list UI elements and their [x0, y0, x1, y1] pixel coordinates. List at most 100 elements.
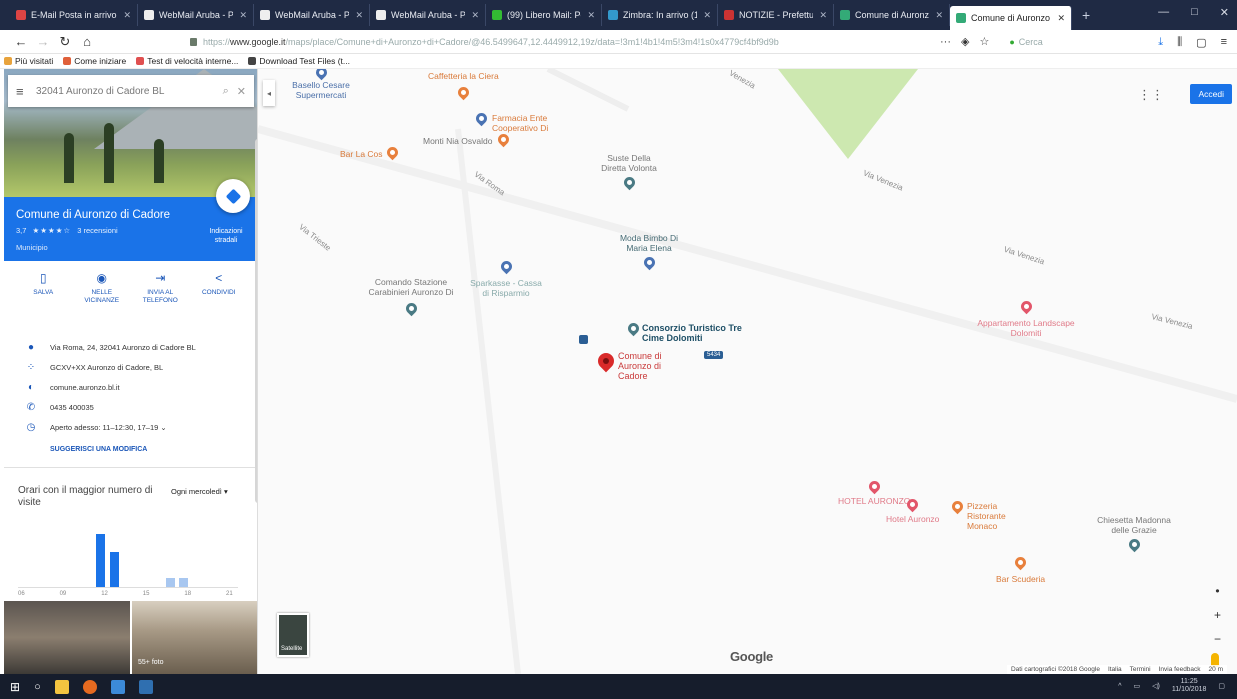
download-icon[interactable]: ⤓ [1158, 36, 1163, 49]
minimize-icon[interactable]: — [1158, 6, 1169, 19]
browser-tab[interactable]: Zimbra: In arrivo (124) ✕ [602, 4, 718, 26]
collapse-panel-button[interactable]: ◂ [263, 80, 275, 106]
poi-carabinieri[interactable]: Comando Stazione Carabinieri Auronzo Di [356, 277, 466, 317]
poi-chiesetta[interactable]: Chiesetta Madonna delle Grazie [1094, 515, 1174, 553]
browser-tab[interactable]: (99) Libero Mail: Posta ✕ [486, 4, 602, 26]
bus-stop-icon[interactable] [579, 335, 588, 344]
close-window-icon[interactable]: ✕ [1220, 6, 1229, 19]
compass-icon[interactable]: • [1215, 584, 1219, 598]
maps-search-input[interactable] [36, 85, 215, 97]
pocket-icon[interactable]: ◈ [961, 35, 969, 48]
firefox-icon[interactable] [82, 679, 97, 694]
notifications-icon[interactable]: ▢ [1218, 682, 1225, 690]
browser-tab[interactable]: E-Mail Posta in arrivo ✕ [10, 4, 138, 26]
tab-close-icon[interactable]: ✕ [819, 10, 827, 21]
action-invia-al-telefono[interactable]: ⇥ INVIA AL TELEFONO [135, 271, 185, 305]
more-icon[interactable]: ··· [940, 36, 951, 48]
info-row[interactable]: ✆ 0435 400035 [4, 397, 257, 417]
network-icon[interactable]: ▭ [1134, 682, 1141, 690]
poi-hotel-auronzo-2[interactable]: Hotel Auronzo [886, 496, 939, 524]
poi-caffetteria[interactable]: Caffetteria la Ciera [428, 71, 499, 101]
tab-close-icon[interactable]: ✕ [935, 10, 943, 21]
bookmark-label: Come iniziare [74, 56, 127, 66]
poi-moda[interactable]: Moda Bimbo Di Maria Elena [614, 233, 684, 271]
windows-start-icon[interactable]: ⊞ [10, 680, 20, 694]
forward-icon[interactable]: → [34, 34, 52, 49]
sidebar-icon[interactable]: ▢ [1196, 36, 1206, 49]
poi-suste[interactable]: Suste Della Diretta Volonta [594, 153, 664, 191]
clock[interactable]: 11:25 11/10/2018 [1172, 678, 1207, 694]
tab-close-icon[interactable]: ✕ [355, 10, 363, 21]
library-icon[interactable]: ⫼ [1177, 36, 1182, 49]
poi-bar-la-cos[interactable]: Bar La Cos [340, 144, 400, 161]
photo-thumb[interactable]: 55+ foto [132, 601, 257, 674]
bookmark-item[interactable]: Più visitati [4, 56, 53, 66]
popular-times-bar[interactable] [96, 533, 106, 587]
directions-label[interactable]: Indicazioni stradali [204, 227, 248, 245]
poi-supermercati[interactable]: Basello Cesare Supermercati [286, 69, 356, 100]
poi-consorzio[interactable]: Consorzio Turistico Tre Cime Dolomiti [625, 320, 752, 343]
poi-monti[interactable]: Monti Nia Osvaldo [423, 131, 512, 148]
zoom-out-button[interactable]: − [1214, 632, 1221, 646]
reload-icon[interactable]: ↻ [56, 34, 74, 50]
back-icon[interactable]: ← [12, 34, 30, 49]
info-row[interactable]: ◷ Aperto adesso: 11–12:30, 17–19 ⌄ [4, 417, 257, 437]
tab-close-icon[interactable]: ✕ [703, 10, 711, 21]
tab-favicon-icon [16, 10, 26, 20]
maximize-icon[interactable]: □ [1191, 6, 1198, 19]
browser-tab[interactable]: Comune di Auronzo ✕ [950, 6, 1072, 30]
volume-icon[interactable]: ◁) [1152, 682, 1160, 690]
cortana-icon[interactable]: ○ [34, 681, 41, 693]
day-selector[interactable]: Ogni mercoledì ▾ [171, 487, 228, 496]
star-icon[interactable]: ☆ [979, 35, 989, 48]
selected-place-pin[interactable]: Comune di Auronzo di Cadore [594, 349, 688, 381]
map-canvas[interactable]: Venezia Via Roma Via Trieste Via Venezia… [258, 69, 1237, 674]
browser-search[interactable]: ● Cerca [1009, 37, 1042, 47]
bar-pin-icon [384, 144, 400, 161]
satellite-toggle[interactable]: Satellite [277, 613, 309, 657]
search-icon[interactable]: ⌕ [223, 85, 229, 98]
menu-icon[interactable]: ≡ [1221, 36, 1227, 49]
poi-landscape[interactable]: Appartamento Landscape Dolomiti [976, 298, 1076, 338]
new-tab-button[interactable]: + [1072, 7, 1100, 23]
browser-tab[interactable]: WebMail Aruba - Posta ✕ [138, 4, 254, 26]
suggest-edit-link[interactable]: SUGGERISCI UNA MODIFICA [50, 446, 147, 453]
hamburger-menu-icon[interactable]: ≡ [16, 84, 36, 99]
poi-farmacia[interactable]: Farmacia Ente Cooperativo Di [473, 110, 562, 133]
app-icon[interactable] [138, 679, 153, 694]
tab-close-icon[interactable]: ✕ [1057, 13, 1065, 24]
info-row[interactable]: ◐ comune.auronzo.bl.it [4, 377, 257, 397]
tab-close-icon[interactable]: ✕ [239, 10, 247, 21]
photo-thumb[interactable] [4, 601, 130, 674]
bookmark-item[interactable]: Download Test Files (t... [248, 56, 350, 66]
browser-tab[interactable]: WebMail Aruba - Posta ✕ [370, 4, 486, 26]
info-row[interactable]: ⁘ GCXV+XX Auronzo di Cadore, BL [4, 357, 257, 377]
poi-sparkasse[interactable]: Sparkasse - Cassa di Risparmio [466, 258, 546, 298]
directions-button[interactable] [216, 179, 250, 213]
app-icon[interactable] [110, 679, 125, 694]
tab-close-icon[interactable]: ✕ [587, 10, 595, 21]
action-condividi[interactable]: < CONDIVIDI [194, 271, 244, 305]
browser-tab[interactable]: Comune di Auronzo di ✕ [834, 4, 950, 26]
poi-scuderia[interactable]: Bar Scuderia [996, 554, 1045, 584]
close-icon[interactable]: ✕ [237, 85, 246, 98]
browser-tab[interactable]: NOTIZIE - Prefettura ✕ [718, 4, 834, 26]
info-row[interactable]: ● Via Roma, 24, 32041 Auronzo di Cadore B… [4, 337, 257, 357]
action-nelle-vicinanze[interactable]: ◉ NELLE VICINANZE [77, 271, 127, 305]
action-salva[interactable]: ▯ SALVA [18, 271, 68, 305]
zoom-in-button[interactable]: + [1214, 608, 1221, 622]
panel-scrollbar[interactable] [255, 139, 257, 503]
bookmark-item[interactable]: Test di velocità interne... [136, 56, 238, 66]
browser-tab[interactable]: WebMail Aruba - Posta ✕ [254, 4, 370, 26]
apps-grid-icon[interactable]: ⋮⋮ [1138, 87, 1164, 103]
home-icon[interactable]: ⌂ [78, 34, 96, 49]
url-bar[interactable]: https:// www.google.it /maps/place/Comun… [190, 33, 930, 51]
poi-pizzeria[interactable]: Pizzeria Ristorante Monaco [949, 498, 1037, 531]
tray-chevron-icon[interactable]: ^ [1118, 683, 1121, 690]
reviews-link[interactable]: 3 recensioni [77, 226, 117, 235]
sign-in-button[interactable]: Accedi [1190, 84, 1232, 104]
tab-close-icon[interactable]: ✕ [471, 10, 479, 21]
bookmark-item[interactable]: Come iniziare [63, 56, 126, 66]
tab-close-icon[interactable]: ✕ [123, 10, 131, 21]
file-explorer-icon[interactable] [54, 679, 69, 694]
